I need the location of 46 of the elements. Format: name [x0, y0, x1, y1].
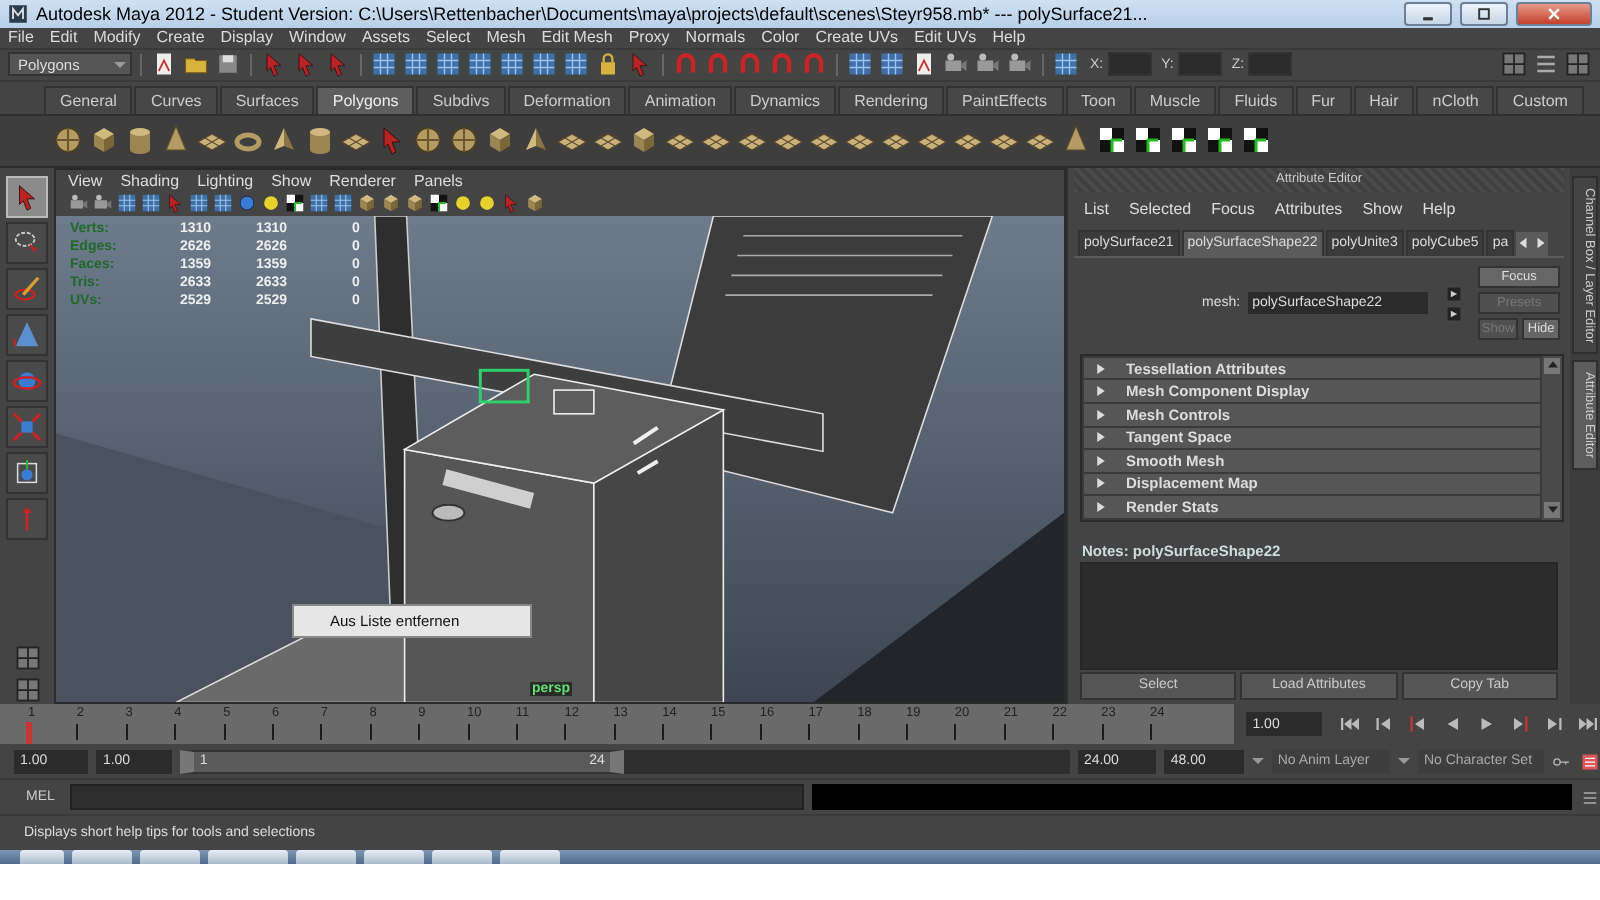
menu-item[interactable]: Normals: [685, 28, 746, 47]
menu-item[interactable]: Edit Mesh: [541, 28, 613, 47]
panel-menu-item[interactable]: Shading: [120, 171, 180, 190]
menu-item[interactable]: Create UVs: [815, 28, 899, 47]
shelf-tab[interactable]: Rendering: [838, 85, 944, 114]
panel-menu-item[interactable]: Panels: [413, 171, 463, 190]
menu-item[interactable]: Edit UVs: [914, 28, 977, 47]
menu-item[interactable]: Focus: [1211, 199, 1255, 218]
shelf-tab[interactable]: Subdivs: [416, 85, 506, 114]
menu-item[interactable]: Attributes: [1274, 199, 1343, 218]
shelf-tab[interactable]: Polygons: [316, 85, 415, 114]
menu-item[interactable]: Show: [1362, 199, 1403, 218]
shelf-tab[interactable]: Toon: [1065, 85, 1132, 114]
shelf-tab[interactable]: Fur: [1295, 85, 1352, 114]
shelf-tab[interactable]: Surfaces: [219, 85, 315, 114]
shelf-tab[interactable]: Hair: [1353, 85, 1415, 114]
menu-item[interactable]: Select: [425, 28, 471, 47]
menu-item[interactable]: Create: [156, 28, 205, 47]
panel-menu-item[interactable]: Show: [271, 171, 312, 190]
shelf-tab[interactable]: PaintEffects: [945, 85, 1064, 114]
window-title: Autodesk Maya 2012 - Student Version: C:\Users\Rettenbacher\Documents\maya\projects\default\scenes\Steyr958.mb* --- polySurface21...: [36, 3, 1150, 24]
menu-item[interactable]: Edit: [49, 28, 78, 47]
shelf-tab[interactable]: Curves: [134, 85, 218, 114]
panel-menu-item[interactable]: Lighting: [197, 171, 254, 190]
menu-item[interactable]: Window: [289, 28, 346, 47]
shelf-tab[interactable]: Fluids: [1218, 85, 1294, 114]
menu-item[interactable]: Help: [992, 28, 1026, 47]
panel-menu-item[interactable]: Renderer: [329, 171, 396, 190]
menu-item[interactable]: Selected: [1128, 199, 1192, 218]
menu-item[interactable]: Mesh: [486, 28, 526, 47]
menu-item[interactable]: Modify: [93, 28, 141, 47]
shelf-tab[interactable]: General: [44, 85, 133, 114]
menu-item[interactable]: Assets: [361, 28, 410, 47]
shelf-tab[interactable]: nCloth: [1416, 85, 1495, 114]
shelf-tab[interactable]: Deformation: [507, 85, 627, 114]
panel-menu-item[interactable]: View: [68, 171, 103, 190]
shelf-tab[interactable]: Dynamics: [733, 85, 837, 114]
menu-item[interactable]: Help: [1422, 199, 1456, 218]
menu-item[interactable]: List: [1084, 199, 1109, 218]
menu-item[interactable]: File: [8, 28, 34, 47]
menu-item[interactable]: Display: [220, 28, 273, 47]
shelf-tab[interactable]: Custom: [1496, 85, 1584, 114]
shelf-tab[interactable]: Animation: [628, 85, 732, 114]
menu-item[interactable]: Color: [761, 28, 800, 47]
shelf-tab[interactable]: Muscle: [1133, 85, 1217, 114]
menu-item[interactable]: Proxy: [628, 28, 670, 47]
